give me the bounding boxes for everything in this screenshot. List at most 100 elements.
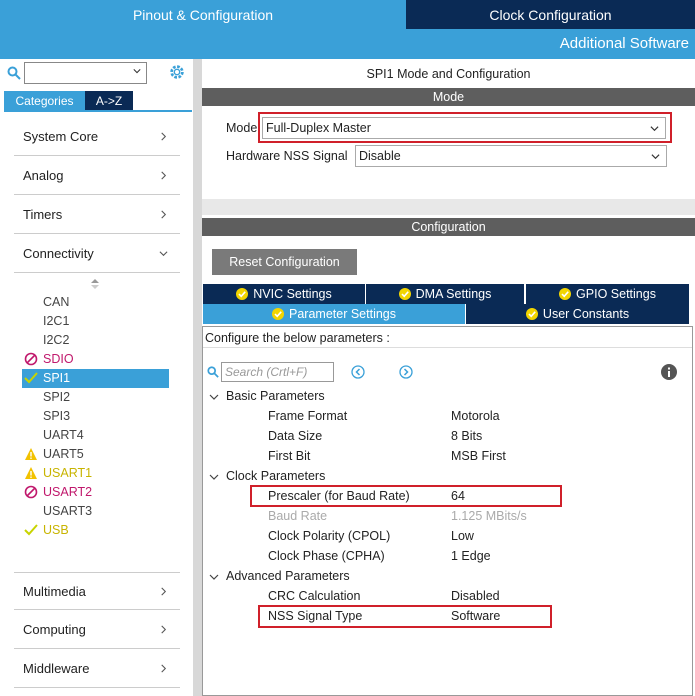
group-clock-parameters[interactable]: Clock Parameters <box>226 469 325 483</box>
warning-icon <box>25 448 37 460</box>
param-name[interactable]: Prescaler (for Baud Rate) <box>268 489 410 503</box>
mode-select-value: Full-Duplex Master <box>266 121 371 135</box>
category-label: Connectivity <box>23 246 94 261</box>
mode-select[interactable]: Full-Duplex Master <box>262 117 666 139</box>
tab-pinout-configuration[interactable]: Pinout & Configuration <box>0 0 406 29</box>
peripheral-usart3[interactable]: USART3 <box>43 502 92 520</box>
peripheral-uart4[interactable]: UART4 <box>43 426 84 444</box>
nss-select[interactable]: Disable <box>355 145 667 167</box>
check-circle-icon <box>398 288 411 300</box>
category-label: Multimedia <box>23 583 86 599</box>
tab-categories-label: Categories <box>15 93 74 108</box>
peripheral-usb[interactable]: USB <box>43 521 69 539</box>
category-multimedia[interactable]: Multimedia <box>14 572 180 610</box>
tab-clock-label: Clock Configuration <box>489 6 612 23</box>
previous-arrow-icon[interactable] <box>351 365 365 379</box>
tab-additional-software[interactable]: Additional Software <box>560 35 689 52</box>
search-combo[interactable] <box>24 62 147 84</box>
peripheral-i2c2[interactable]: I2C2 <box>43 331 69 349</box>
peripheral-usart1[interactable]: USART1 <box>43 464 92 482</box>
tab-label: DMA Settings <box>415 287 492 301</box>
category-analog[interactable]: Analog <box>14 157 180 195</box>
checkmark-icon <box>24 524 38 536</box>
category-label: System Core <box>23 129 99 144</box>
sort-icon[interactable] <box>90 278 100 290</box>
peripheral-uart5[interactable]: UART5 <box>43 445 84 463</box>
check-circle-icon <box>559 288 572 300</box>
nss-label: Hardware NSS Signal <box>226 149 348 163</box>
param-value[interactable]: Disabled <box>451 589 500 603</box>
reset-button-label: Reset Configuration <box>229 255 340 269</box>
param-value[interactable]: MSB First <box>451 449 506 463</box>
peripheral-spi3[interactable]: SPI3 <box>43 407 70 425</box>
category-connectivity[interactable]: Connectivity <box>14 235 180 273</box>
chevron-down-icon <box>651 154 660 160</box>
mode-label: Mode <box>226 121 258 135</box>
chevron-down-icon[interactable] <box>209 572 219 582</box>
tab-categories[interactable]: Categories <box>4 91 85 110</box>
tab-label: User Constants <box>542 307 630 321</box>
tab-label: Parameter Settings <box>289 307 396 321</box>
gear-icon[interactable] <box>168 63 186 81</box>
tab-label: GPIO Settings <box>576 287 656 301</box>
tab-gpio-settings[interactable]: GPIO Settings <box>526 284 689 304</box>
tab-clock-configuration[interactable]: Clock Configuration <box>406 0 695 29</box>
tab-nvic-settings[interactable]: NVIC Settings <box>203 284 365 304</box>
param-value[interactable]: Low <box>451 529 474 543</box>
tab-parameter-settings[interactable]: Parameter Settings <box>203 304 465 324</box>
chevron-down-icon[interactable] <box>209 472 219 482</box>
peripheral-sdio[interactable]: SDIO <box>43 350 74 368</box>
chevron-right-icon <box>161 587 167 595</box>
category-system-core[interactable]: System Core <box>14 118 180 156</box>
info-icon[interactable] <box>661 364 677 380</box>
param-name[interactable]: Data Size <box>268 429 322 443</box>
group-advanced-parameters[interactable]: Advanced Parameters <box>226 569 350 583</box>
param-value[interactable]: 8 Bits <box>451 429 482 443</box>
peripheral-usart2[interactable]: USART2 <box>43 483 92 501</box>
param-name[interactable]: Clock Polarity (CPOL) <box>268 529 390 543</box>
peripheral-spi2[interactable]: SPI2 <box>43 388 70 406</box>
category-label: Middleware <box>23 661 90 676</box>
group-basic-parameters[interactable]: Basic Parameters <box>226 389 325 403</box>
category-label: Analog <box>23 168 64 183</box>
param-name: Baud Rate <box>268 509 328 523</box>
chevron-right-icon <box>161 132 167 141</box>
peripheral-can[interactable]: CAN <box>43 293 69 311</box>
category-computing[interactable]: Computing <box>14 611 180 649</box>
configure-hint: Configure the below parameters : <box>205 331 390 345</box>
category-timers[interactable]: Timers <box>14 196 180 234</box>
category-middleware[interactable]: Middleware <box>14 650 180 688</box>
parameter-search-input[interactable]: Search (Crtl+F) <box>221 362 334 382</box>
tab-user-constants[interactable]: User Constants <box>466 304 689 324</box>
chevron-down-icon[interactable] <box>209 392 219 402</box>
chevron-down-icon <box>133 69 141 74</box>
reset-configuration-button[interactable]: Reset Configuration <box>212 249 357 275</box>
splitter[interactable] <box>202 199 695 215</box>
chevron-right-icon <box>161 664 167 673</box>
param-value[interactable]: Software <box>451 609 500 623</box>
chevron-down-icon <box>159 251 168 257</box>
tab-pinout-label: Pinout & Configuration <box>132 6 274 23</box>
peripheral-spi1[interactable]: SPI1 <box>43 369 70 387</box>
param-value[interactable]: Motorola <box>451 409 500 423</box>
param-value: 1.125 MBits/s <box>451 509 527 523</box>
param-name[interactable]: Clock Phase (CPHA) <box>268 549 385 563</box>
next-arrow-icon[interactable] <box>399 365 413 379</box>
param-name[interactable]: Frame Format <box>268 409 347 423</box>
param-name[interactable]: CRC Calculation <box>268 589 360 603</box>
panel-divider[interactable] <box>193 59 202 696</box>
peripheral-i2c1[interactable]: I2C1 <box>43 312 69 330</box>
param-name[interactable]: First Bit <box>268 449 310 463</box>
param-value[interactable]: 64 <box>451 489 465 503</box>
panel-title: SPI1 Mode and Configuration <box>366 67 531 81</box>
tab-dma-settings[interactable]: DMA Settings <box>366 284 524 304</box>
warning-icon <box>25 467 37 479</box>
mode-section-header: Mode <box>202 88 695 106</box>
tab-label: NVIC Settings <box>253 287 332 301</box>
tab-a-z-label: A->Z <box>95 93 123 108</box>
param-name[interactable]: NSS Signal Type <box>268 609 362 623</box>
tab-underline <box>4 110 192 112</box>
param-value[interactable]: 1 Edge <box>451 549 491 563</box>
tab-a-z[interactable]: A->Z <box>85 91 133 110</box>
search-icon <box>207 366 219 378</box>
